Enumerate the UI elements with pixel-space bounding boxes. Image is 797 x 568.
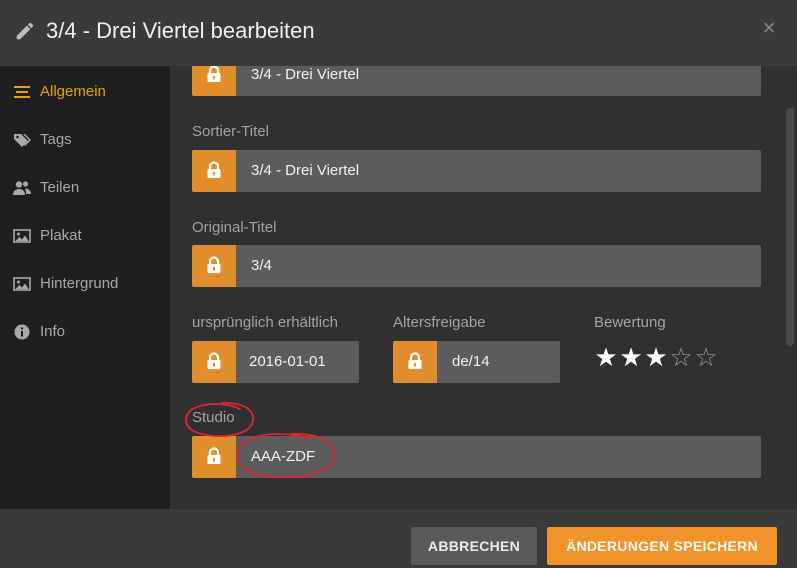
lock-button[interactable] bbox=[192, 341, 236, 383]
lock-button[interactable] bbox=[192, 150, 236, 192]
scrollbar-thumb[interactable] bbox=[786, 108, 794, 346]
lock-icon bbox=[207, 66, 221, 82]
tags-icon bbox=[14, 134, 31, 147]
sidebar-item-teilen[interactable]: Teilen bbox=[0, 168, 170, 208]
sidebar-item-label: Hintergrund bbox=[40, 275, 119, 292]
star-empty-icon[interactable]: ☆ bbox=[669, 342, 693, 374]
title-field[interactable]: 3/4 - Drei Viertel bbox=[192, 66, 761, 96]
star-empty-icon[interactable]: ☆ bbox=[694, 342, 718, 374]
list-icon bbox=[14, 86, 30, 98]
dialog-header: 3/4 - Drei Viertel bearbeiten × bbox=[0, 0, 797, 66]
form-content: 3/4 - Drei Viertel Sortier-Titel 3/4 - D… bbox=[170, 66, 797, 509]
sidebar-item-tags[interactable]: Tags bbox=[0, 120, 170, 160]
studio-field[interactable]: AAA-ZDF bbox=[192, 436, 761, 478]
sidebar-item-label: Plakat bbox=[40, 227, 82, 244]
sidebar-item-allgemein[interactable]: Allgemein bbox=[0, 72, 170, 112]
info-icon bbox=[14, 324, 30, 340]
sidebar-item-label: Info bbox=[40, 323, 66, 340]
star-filled-icon[interactable]: ★ bbox=[594, 342, 618, 374]
age-rating-value: de/14 bbox=[452, 353, 490, 370]
lock-button[interactable] bbox=[192, 436, 236, 478]
cancel-button[interactable]: ABBRECHEN bbox=[411, 527, 537, 565]
lock-button[interactable] bbox=[192, 66, 236, 96]
sidebar-item-info[interactable]: Info bbox=[0, 312, 170, 352]
age-rating-field[interactable]: de/14 bbox=[393, 341, 560, 383]
sort-title-label: Sortier-Titel bbox=[192, 123, 269, 140]
release-date-field[interactable]: 2016-01-01 bbox=[192, 341, 359, 383]
pencil-icon bbox=[16, 22, 34, 40]
image-icon bbox=[13, 229, 31, 243]
sidebar-item-label: Tags bbox=[40, 131, 72, 148]
lock-button[interactable] bbox=[192, 245, 236, 287]
original-title-label: Original-Titel bbox=[192, 219, 277, 236]
rating-label: Bewertung bbox=[594, 314, 666, 331]
image-icon bbox=[13, 277, 31, 291]
dialog-footer: ABBRECHEN ÄNDERUNGEN SPEICHERN bbox=[0, 509, 797, 568]
sidebar-item-label: Allgemein bbox=[40, 83, 106, 100]
title-value: 3/4 - Drei Viertel bbox=[251, 66, 360, 83]
star-filled-icon[interactable]: ★ bbox=[619, 342, 643, 374]
sort-title-value: 3/4 - Drei Viertel bbox=[251, 162, 360, 179]
sidebar-item-plakat[interactable]: Plakat bbox=[0, 216, 170, 256]
lock-icon bbox=[207, 447, 221, 464]
lock-icon bbox=[408, 352, 422, 369]
lock-icon bbox=[207, 256, 221, 273]
star-rating[interactable]: ★ ★ ★ ☆ ☆ bbox=[594, 342, 718, 374]
sort-title-field[interactable]: 3/4 - Drei Viertel bbox=[192, 150, 761, 192]
original-title-value: 3/4 bbox=[251, 257, 272, 274]
star-filled-icon[interactable]: ★ bbox=[644, 342, 668, 374]
save-button[interactable]: ÄNDERUNGEN SPEICHERN bbox=[547, 527, 777, 565]
release-date-label: ursprünglich erhältlich bbox=[192, 314, 338, 331]
lock-icon bbox=[207, 352, 221, 369]
lock-icon bbox=[207, 161, 221, 178]
sidebar: Allgemein Tags Teilen Plakat Hintergrund… bbox=[0, 66, 170, 509]
studio-label: Studio bbox=[192, 409, 235, 426]
lock-button[interactable] bbox=[393, 341, 437, 383]
users-icon bbox=[13, 181, 31, 195]
age-rating-label: Altersfreigabe bbox=[393, 314, 486, 331]
close-icon[interactable]: × bbox=[758, 14, 780, 42]
studio-value: AAA-ZDF bbox=[251, 448, 316, 465]
original-title-field[interactable]: 3/4 bbox=[192, 245, 761, 287]
release-date-value: 2016-01-01 bbox=[249, 353, 326, 370]
dialog-title: 3/4 - Drei Viertel bearbeiten bbox=[46, 18, 315, 43]
sidebar-item-hintergrund[interactable]: Hintergrund bbox=[0, 264, 170, 304]
sidebar-item-label: Teilen bbox=[40, 179, 80, 196]
